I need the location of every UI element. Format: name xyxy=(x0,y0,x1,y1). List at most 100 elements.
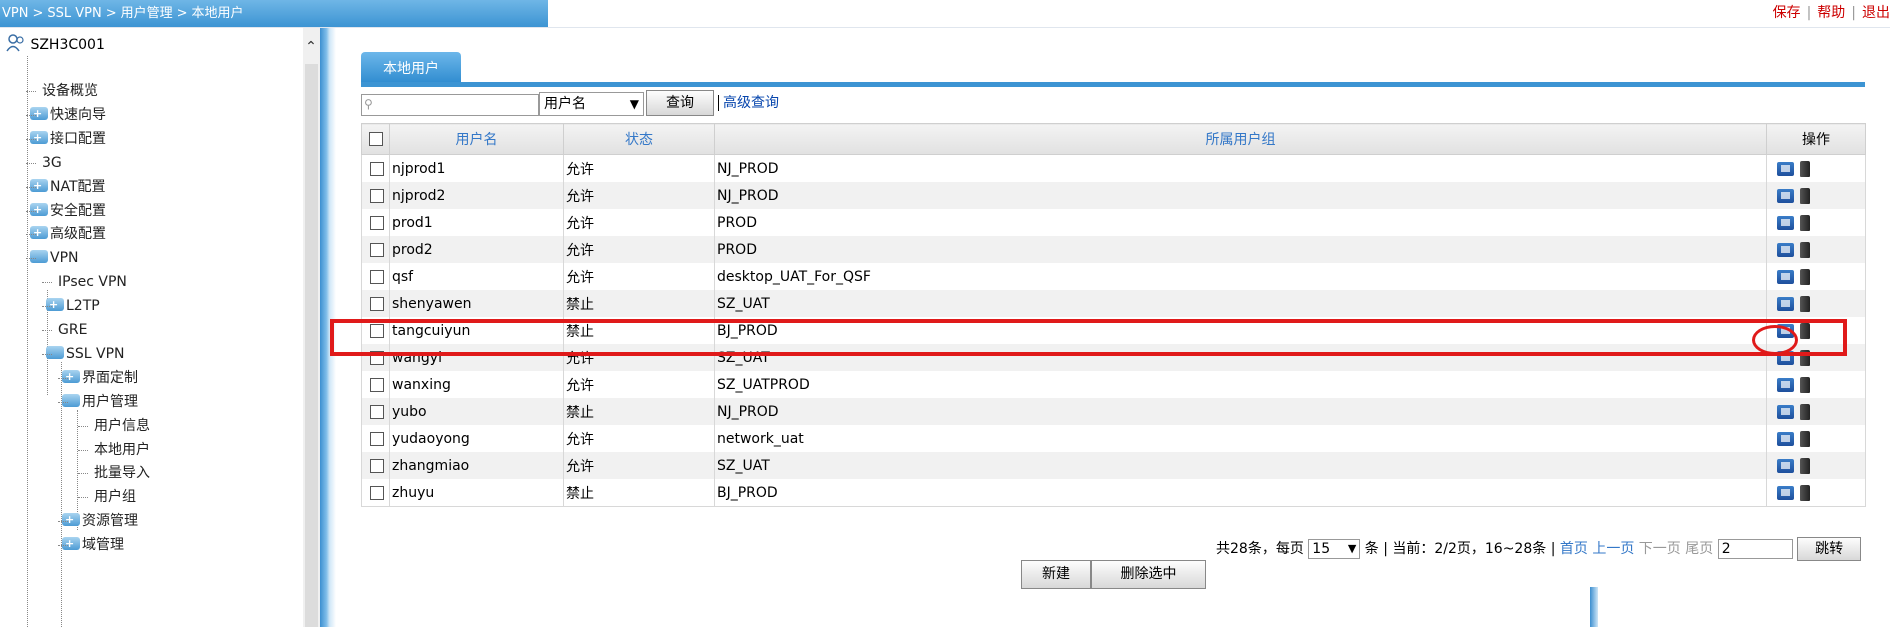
folder-expand-icon[interactable] xyxy=(30,222,48,244)
edit-user-icon[interactable] xyxy=(1777,269,1794,284)
table-row[interactable]: shenyawen 禁止 SZ_UAT xyxy=(361,290,1866,317)
tab-local-user[interactable]: 本地用户 xyxy=(361,52,461,84)
row-checkbox[interactable] xyxy=(370,377,384,392)
search-field-select[interactable]: 用户名 ▼ xyxy=(539,92,644,116)
edit-user-icon[interactable] xyxy=(1777,188,1794,203)
trash-icon[interactable] xyxy=(1800,268,1810,285)
table-row[interactable]: yudaoyong 允许 network_uat xyxy=(361,425,1866,452)
sidebar-item[interactable]: 3G xyxy=(42,152,62,174)
sidebar-item[interactable]: 资源管理 xyxy=(62,509,138,532)
sidebar-item[interactable]: 用户组 xyxy=(94,486,136,508)
table-row[interactable]: wanxing 允许 SZ_UATPROD xyxy=(361,371,1866,398)
folder-expand-icon[interactable] xyxy=(30,103,48,125)
row-checkbox[interactable] xyxy=(370,350,384,365)
sidebar-item[interactable]: 用户信息 xyxy=(94,415,150,437)
tree-root[interactable]: SZH3C001 xyxy=(6,34,105,56)
trash-icon[interactable] xyxy=(1800,160,1810,177)
row-checkbox[interactable] xyxy=(370,269,384,284)
trash-icon[interactable] xyxy=(1800,484,1810,501)
table-row[interactable]: yubo 禁止 NJ_PROD xyxy=(361,398,1866,425)
jump-button[interactable]: 跳转 xyxy=(1797,537,1862,561)
help-link[interactable]: 帮助 xyxy=(1817,5,1845,21)
folder-expand-icon[interactable] xyxy=(62,509,80,531)
search-input[interactable]: ⚲ xyxy=(361,94,539,116)
sidebar-item[interactable]: 接口配置 xyxy=(30,127,106,150)
column-header-status[interactable]: 状态 xyxy=(563,123,715,155)
edit-user-icon[interactable] xyxy=(1777,431,1794,446)
folder-open-icon[interactable] xyxy=(30,250,48,264)
sidebar-item[interactable]: NAT配置 xyxy=(30,175,106,198)
sidebar-item[interactable]: 安全配置 xyxy=(30,199,106,222)
breadcrumb-item-ssl-vpn[interactable]: SSL VPN xyxy=(47,6,101,21)
breadcrumb-item-user-mgmt[interactable]: 用户管理 xyxy=(121,6,173,21)
trash-icon[interactable] xyxy=(1800,430,1810,447)
query-button[interactable]: 查询 xyxy=(646,90,714,116)
folder-expand-icon[interactable] xyxy=(30,175,48,197)
sidebar-item[interactable]: SSL VPN xyxy=(46,343,125,365)
folder-open-icon[interactable] xyxy=(62,393,80,407)
trash-icon[interactable] xyxy=(1800,187,1810,204)
table-row[interactable]: qsf 允许 desktop_UAT_For_QSF xyxy=(361,263,1866,290)
sidebar-item[interactable]: VPN xyxy=(30,247,79,269)
per-page-select[interactable]: 15 ▼ xyxy=(1308,539,1361,559)
row-checkbox[interactable] xyxy=(370,161,384,176)
row-checkbox[interactable] xyxy=(370,296,384,311)
table-row[interactable]: zhuyu 禁止 BJ_PROD xyxy=(361,479,1866,507)
sidebar-item[interactable]: 高级配置 xyxy=(30,222,106,245)
page-number-input[interactable]: 2 xyxy=(1717,539,1793,559)
edit-user-icon[interactable] xyxy=(1777,404,1794,419)
edit-user-icon[interactable] xyxy=(1777,242,1794,257)
table-row[interactable]: prod1 允许 PROD xyxy=(361,209,1866,236)
edit-user-icon[interactable] xyxy=(1777,215,1794,230)
edit-user-icon[interactable] xyxy=(1777,323,1794,338)
folder-expand-icon[interactable] xyxy=(62,366,80,388)
sidebar-item[interactable]: IPsec VPN xyxy=(58,271,127,293)
table-row[interactable]: prod2 允许 PROD xyxy=(361,236,1866,263)
trash-icon[interactable] xyxy=(1800,241,1810,258)
advanced-query-link[interactable]: 高级查询 xyxy=(718,95,779,111)
trash-icon[interactable] xyxy=(1800,349,1810,366)
row-checkbox[interactable] xyxy=(370,404,384,419)
edit-user-icon[interactable] xyxy=(1777,458,1794,473)
scroll-up-chevron-icon[interactable]: ⌃ xyxy=(302,38,320,56)
folder-open-icon[interactable] xyxy=(46,345,64,359)
row-checkbox[interactable] xyxy=(370,215,384,230)
row-checkbox[interactable] xyxy=(370,458,384,473)
trash-icon[interactable] xyxy=(1800,376,1810,393)
trash-icon[interactable] xyxy=(1800,457,1810,474)
trash-icon[interactable] xyxy=(1800,322,1810,339)
delete-selected-button[interactable]: 删除选中 xyxy=(1091,560,1206,589)
table-row[interactable]: njprod1 允许 NJ_PROD xyxy=(361,154,1866,182)
frame-divider[interactable] xyxy=(320,28,336,627)
select-all-checkbox[interactable] xyxy=(368,132,383,146)
table-row[interactable]: njprod2 允许 NJ_PROD xyxy=(361,182,1866,209)
folder-expand-icon[interactable] xyxy=(30,127,48,149)
trash-icon[interactable] xyxy=(1800,403,1810,420)
trash-icon[interactable] xyxy=(1800,295,1810,312)
sidebar-item[interactable]: L2TP xyxy=(46,294,100,317)
sidebar-item[interactable]: 本地用户 xyxy=(94,439,150,461)
table-row[interactable]: zhangmiao 允许 SZ_UAT xyxy=(361,452,1866,479)
row-checkbox[interactable] xyxy=(370,188,384,203)
edit-user-icon[interactable] xyxy=(1777,161,1794,176)
column-header-group[interactable]: 所属用户组 xyxy=(714,123,1767,155)
folder-expand-icon[interactable] xyxy=(62,533,80,555)
row-checkbox[interactable] xyxy=(370,323,384,338)
sidebar-item[interactable]: 界面定制 xyxy=(62,366,138,389)
table-row[interactable]: tangcuiyun 禁止 BJ_PROD xyxy=(361,317,1866,344)
new-button[interactable]: 新建 xyxy=(1021,560,1091,589)
folder-expand-icon[interactable] xyxy=(46,294,64,316)
sidebar-item[interactable]: 快速向导 xyxy=(30,103,106,126)
edit-user-icon[interactable] xyxy=(1777,296,1794,311)
save-link[interactable]: 保存 xyxy=(1773,5,1801,21)
sidebar-scroll-thumb[interactable] xyxy=(305,64,318,627)
sidebar-item[interactable]: 设备概览 xyxy=(42,80,98,102)
row-checkbox[interactable] xyxy=(370,485,384,500)
sidebar-item[interactable]: GRE xyxy=(58,319,87,341)
edit-user-icon[interactable] xyxy=(1777,350,1794,365)
logout-link[interactable]: 退出 xyxy=(1862,5,1890,21)
row-checkbox[interactable] xyxy=(370,242,384,257)
sidebar-item[interactable]: 域管理 xyxy=(62,533,124,556)
folder-expand-icon[interactable] xyxy=(30,199,48,221)
breadcrumb-item-vpn[interactable]: VPN xyxy=(2,6,28,21)
